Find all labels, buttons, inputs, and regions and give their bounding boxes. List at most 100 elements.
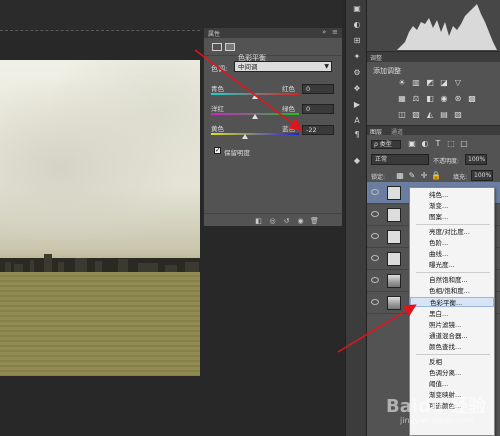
actions-icon[interactable]: ▶	[352, 100, 362, 110]
character-icon[interactable]: A	[352, 116, 362, 126]
clip-to-layer-icon[interactable]: ◧	[254, 217, 263, 225]
invert-icon[interactable]: ◫	[397, 110, 407, 120]
lock-all-icon[interactable]: 🔒	[431, 171, 441, 181]
clone-source-icon[interactable]: ❖	[352, 84, 362, 94]
eye-icon[interactable]	[371, 277, 379, 283]
adjustments-tab[interactable]: 调整	[370, 53, 382, 62]
adjustments-panel-header: 调整	[367, 52, 500, 62]
gradient-map-icon[interactable]: ▤	[439, 110, 449, 120]
histogram-graph	[397, 4, 497, 50]
color-balance-icon[interactable]: ⚖	[411, 94, 421, 104]
eye-icon[interactable]	[371, 255, 379, 261]
reset-icon[interactable]: ↺	[282, 217, 291, 225]
paragraph-icon[interactable]: ¶	[352, 130, 362, 140]
slider-red-label: 红色	[282, 85, 295, 93]
lock-position-icon[interactable]: ✛	[419, 171, 429, 181]
channel-mixer-icon[interactable]: ⊛	[453, 94, 463, 104]
layers-tab[interactable]: 图层	[370, 127, 382, 136]
menu-item-photo-filter[interactable]: 照片滤镜...	[410, 320, 494, 330]
menu-separator	[416, 272, 490, 273]
mask-icon[interactable]	[225, 43, 235, 51]
menu-separator	[416, 354, 490, 355]
menu-item-gradient[interactable]: 渐变...	[410, 201, 494, 211]
menu-item-solid-color[interactable]: 纯色...	[410, 190, 494, 200]
menu-item-levels[interactable]: 色阶...	[410, 238, 494, 248]
swatch-icon[interactable]: ✦	[352, 52, 362, 62]
document-photo[interactable]	[0, 60, 200, 376]
tool-presets-icon[interactable]: ⚙	[352, 68, 362, 78]
hue-saturation-icon[interactable]: ▦	[397, 94, 407, 104]
magenta-green-slider-thumb[interactable]	[252, 114, 258, 119]
layers-panel-header: 图层 通道	[367, 125, 500, 136]
adjustment-filter-icon[interactable]: ◐	[420, 139, 430, 149]
slider-magenta-label: 洋红	[211, 105, 224, 113]
opacity-input[interactable]: 100%	[465, 154, 487, 165]
tone-select[interactable]: 中间调 ▼	[234, 61, 332, 72]
menu-item-invert[interactable]: 反相	[410, 357, 494, 367]
photo-filter-icon[interactable]: ◉	[439, 94, 449, 104]
eye-icon[interactable]	[371, 299, 379, 305]
watermark-url: jingyan.baidu.com	[400, 416, 474, 425]
adjustment-thumbnail	[387, 186, 401, 200]
eye-icon[interactable]	[371, 233, 379, 239]
watermark-logo: Baidu 经验	[386, 396, 487, 417]
channels-tab[interactable]: 通道	[391, 127, 403, 136]
blend-mode-select[interactable]: 正常	[371, 154, 429, 165]
exposure-icon[interactable]: ◪	[439, 78, 449, 88]
levels-icon[interactable]: ▥	[411, 78, 421, 88]
eye-icon[interactable]	[371, 211, 379, 217]
pixel-filter-icon[interactable]: ▣	[407, 139, 417, 149]
menu-item-exposure[interactable]: 曝光度...	[410, 260, 494, 270]
adjustment-layer-icon	[212, 43, 222, 51]
shape-filter-icon[interactable]: ⬚	[446, 139, 456, 149]
curves-icon[interactable]: ◩	[425, 78, 435, 88]
lock-transparency-icon[interactable]: ▦	[395, 171, 405, 181]
menu-item-hue-saturation[interactable]: 色相/饱和度...	[410, 286, 494, 296]
menu-item-curves[interactable]: 曲线...	[410, 249, 494, 259]
type-filter-icon[interactable]: T	[433, 139, 443, 149]
black-white-icon[interactable]: ◧	[425, 94, 435, 104]
menu-item-color-balance[interactable]: 色彩平衡...	[410, 297, 494, 307]
yellow-blue-slider[interactable]	[211, 133, 299, 135]
opacity-label: 不透明度:	[433, 158, 460, 165]
menu-item-pattern[interactable]: 图案...	[410, 212, 494, 222]
threshold-icon[interactable]: ◭	[425, 110, 435, 120]
properties-tab[interactable]: 属性	[208, 29, 220, 38]
eye-icon[interactable]	[371, 189, 379, 195]
visibility-icon[interactable]: ◉	[296, 217, 305, 225]
brightness-icon[interactable]: ☀	[397, 78, 407, 88]
collapse-icon[interactable]: »	[322, 28, 326, 36]
menu-separator	[416, 224, 490, 225]
menu-item-channel-mixer[interactable]: 通道混合器...	[410, 331, 494, 341]
3d-icon[interactable]: ◆	[352, 156, 362, 166]
smart-object-filter-icon[interactable]: ▢	[459, 139, 469, 149]
color-lookup-icon[interactable]: ▩	[467, 94, 477, 104]
properties-icon[interactable]: ⊞	[352, 36, 362, 46]
lock-pixels-icon[interactable]: ✎	[407, 171, 417, 181]
vibrance-icon[interactable]: ▽	[453, 78, 463, 88]
yellow-blue-slider-thumb[interactable]	[242, 134, 249, 139]
fill-input[interactable]: 100%	[471, 170, 493, 181]
cyan-red-slider-thumb[interactable]	[252, 94, 258, 99]
cyan-red-value[interactable]: 0	[302, 84, 334, 94]
slider-blue-label: 蓝色	[282, 125, 295, 133]
posterize-icon[interactable]: ▧	[411, 110, 421, 120]
layer-kind-filter[interactable]: ρ 类型	[371, 140, 401, 149]
view-previous-icon[interactable]: ◎	[268, 217, 277, 225]
history-icon[interactable]: ▣	[352, 4, 362, 14]
yellow-blue-value[interactable]: -22	[302, 125, 334, 135]
delete-icon[interactable]: 🗑	[310, 217, 319, 225]
magenta-green-value[interactable]: 0	[302, 104, 334, 114]
histogram-panel	[367, 0, 500, 52]
menu-item-posterize[interactable]: 色调分离...	[410, 368, 494, 378]
lock-label: 锁定:	[371, 174, 386, 181]
preserve-luminosity-checkbox[interactable]	[214, 146, 221, 154]
panel-menu-icon[interactable]: ≡	[332, 28, 338, 36]
menu-item-vibrance[interactable]: 自然饱和度...	[410, 275, 494, 285]
guide-line	[0, 30, 200, 31]
menu-item-brightness-contrast[interactable]: 亮度/对比度...	[410, 227, 494, 237]
brush-icon[interactable]: ◐	[352, 20, 362, 30]
menu-item-color-lookup[interactable]: 颜色查找...	[410, 342, 494, 352]
menu-item-black-white[interactable]: 黑白...	[410, 309, 494, 319]
selective-color-icon[interactable]: ▨	[453, 110, 463, 120]
